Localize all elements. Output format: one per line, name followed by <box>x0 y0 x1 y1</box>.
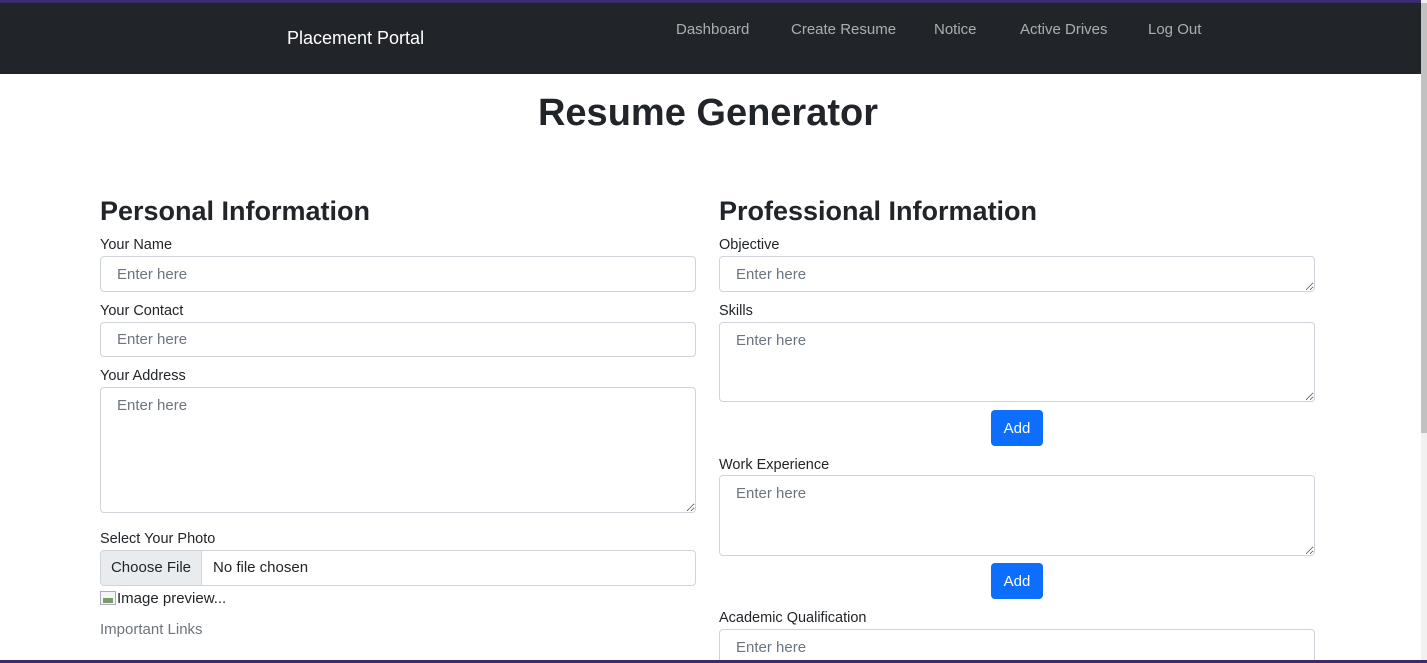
broken-image-icon <box>100 591 116 605</box>
contact-input[interactable] <box>100 322 696 357</box>
name-input[interactable] <box>100 256 696 292</box>
nav-active-drives[interactable]: Active Drives <box>1020 21 1108 38</box>
skills-label: Skills <box>719 303 753 319</box>
contact-label: Your Contact <box>100 303 184 319</box>
skills-textarea[interactable] <box>719 322 1315 402</box>
image-preview-alt: Image preview... <box>117 590 227 607</box>
academic-textarea[interactable] <box>719 629 1315 663</box>
add-work-experience-button[interactable]: Add <box>991 563 1043 599</box>
academic-label: Academic Qualification <box>719 610 867 626</box>
photo-label: Select Your Photo <box>100 531 216 547</box>
nav-log-out[interactable]: Log Out <box>1148 21 1201 38</box>
scrollbar-thumb[interactable] <box>1421 3 1427 433</box>
page-title: Resume Generator <box>537 92 878 134</box>
brand-link[interactable]: Placement Portal <box>287 28 424 49</box>
address-label: Your Address <box>100 368 186 384</box>
personal-info-title: Personal Information <box>100 196 371 226</box>
professional-info-title: Professional Information <box>719 196 1038 226</box>
objective-label: Objective <box>719 237 780 253</box>
work-experience-textarea[interactable] <box>719 475 1315 556</box>
address-textarea[interactable] <box>100 387 696 513</box>
work-experience-label: Work Experience <box>719 457 830 473</box>
add-skill-button[interactable]: Add <box>991 410 1043 446</box>
photo-file-input[interactable]: Choose File No file chosen <box>100 550 696 586</box>
objective-textarea[interactable] <box>719 256 1315 292</box>
navbar: Placement Portal Dashboard Create Resume… <box>0 3 1421 74</box>
name-label: Your Name <box>100 237 173 253</box>
image-preview: Image preview... <box>100 590 226 610</box>
page-scrollbar[interactable] <box>1421 0 1427 663</box>
nav-dashboard[interactable]: Dashboard <box>676 21 749 38</box>
choose-file-button[interactable]: Choose File <box>101 551 202 585</box>
file-status-text: No file chosen <box>213 559 309 576</box>
important-links-label: Important Links <box>100 621 203 638</box>
nav-notice[interactable]: Notice <box>934 21 977 38</box>
nav-create-resume[interactable]: Create Resume <box>791 21 896 38</box>
